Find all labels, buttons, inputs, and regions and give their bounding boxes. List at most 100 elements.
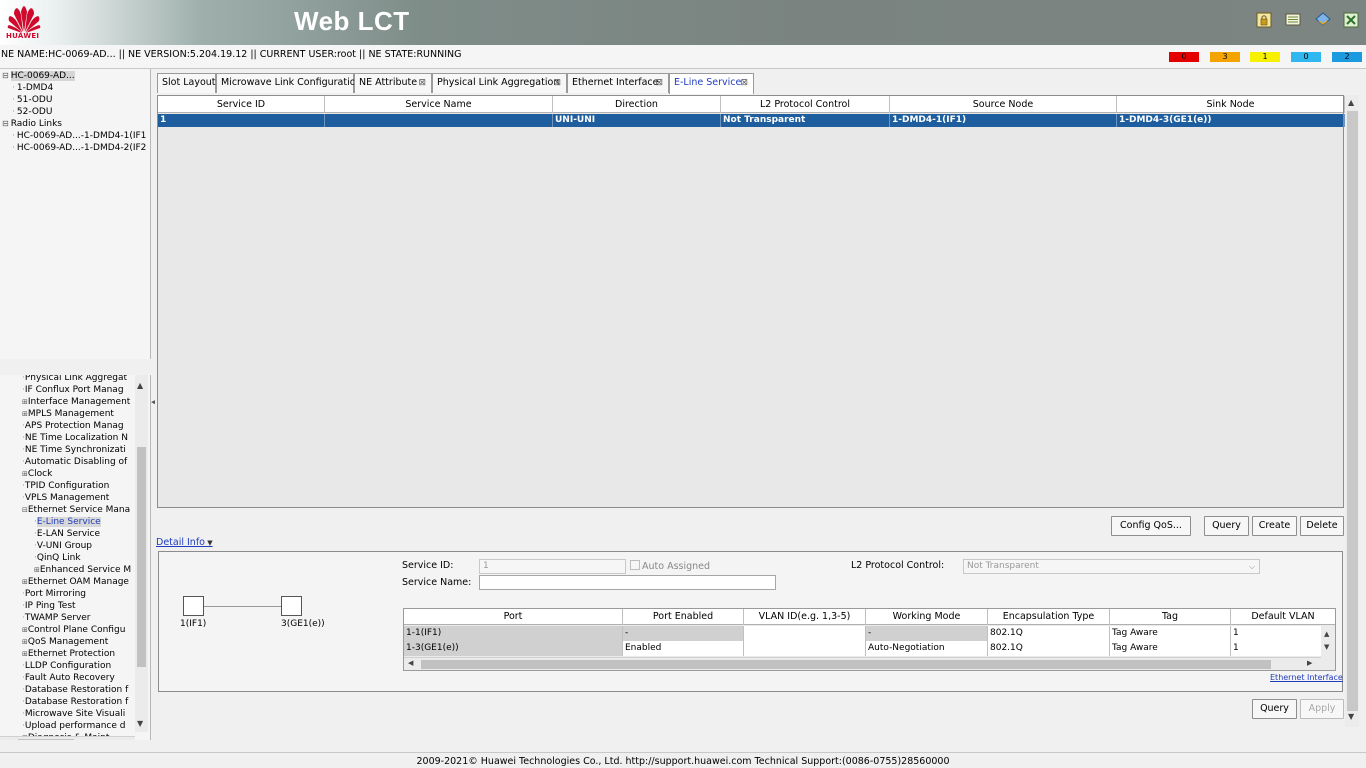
table-cell[interactable]: Enabled	[623, 641, 744, 656]
detail-info-link[interactable]: Detail Info ▼	[156, 537, 213, 548]
alarm-info-count[interactable]: 2	[1332, 52, 1362, 62]
function-tree-item[interactable]: ·NE Time Localization N	[22, 432, 128, 444]
function-tree-item[interactable]: ⊞MPLS Management	[22, 408, 114, 420]
function-tree-item[interactable]: ·Upload performance d	[22, 720, 125, 732]
column-header[interactable]: Working Mode	[866, 609, 988, 625]
function-tree-item[interactable]: ⊞Enhanced Service M	[34, 564, 131, 576]
ne-tree-item[interactable]: · 1-DMD4	[12, 82, 53, 94]
function-tree-item[interactable]: ⊞Interface Management	[22, 396, 130, 408]
scroll-thumb[interactable]	[1347, 111, 1358, 711]
tab-close-icon[interactable]: ⊠	[418, 74, 426, 92]
column-header[interactable]: Tag	[1110, 609, 1231, 625]
tab-close-icon[interactable]: ⊠	[740, 74, 748, 92]
column-header[interactable]: VLAN ID(e.g. 1,3-5)	[744, 609, 866, 625]
alarm-critical-count[interactable]: 0	[1169, 52, 1199, 62]
scroll-right-icon[interactable]: ▶	[1307, 659, 1312, 667]
table-cell[interactable]: Tag Aware	[1110, 641, 1231, 656]
tab-microwave-link-configuration[interactable]: Microwave Link Configuration	[216, 73, 362, 93]
ne-tree-item[interactable]: · HC-0069-AD...-1-DMD4-2(IF2	[12, 142, 146, 154]
table-cell[interactable]: Tag Aware	[1110, 626, 1231, 641]
create-button[interactable]: Create	[1252, 516, 1297, 536]
service-name-field[interactable]	[479, 575, 776, 590]
tab-physical-link-aggregation[interactable]: Physical Link Aggregation ⊠	[432, 73, 567, 93]
function-tree-item[interactable]: ·E-Line Service	[34, 516, 101, 528]
table-cell[interactable]: 802.1Q	[988, 626, 1110, 641]
function-tree-item[interactable]: ·IP Ping Test	[22, 600, 76, 612]
scroll-thumb[interactable]	[137, 447, 146, 667]
alarm-major-count[interactable]: 3	[1210, 52, 1240, 62]
column-header[interactable]: Source Node	[890, 96, 1117, 113]
table-row[interactable]: 1 UNI-UNI Not Transparent 1-DMD4-1(IF1) 1-DM…	[158, 114, 1345, 127]
tab-ne-attribute[interactable]: NE Attribute ⊠	[354, 73, 432, 93]
table-cell[interactable]	[744, 641, 866, 656]
function-tree-item[interactable]: ·Physical Link Aggregat	[22, 375, 127, 384]
port-table-vscrollbar[interactable]: ▲ ▼	[1321, 626, 1335, 656]
scroll-left-icon[interactable]: ◀	[3, 738, 9, 740]
auto-assigned-checkbox[interactable]	[630, 560, 640, 570]
scroll-thumb[interactable]	[421, 660, 1271, 669]
table-cell[interactable]: 802.1Q	[988, 641, 1110, 656]
collapse-icon[interactable]: ⊟	[2, 71, 9, 80]
column-header[interactable]: Default VLAN	[1231, 609, 1335, 625]
column-header[interactable]: Encapsulation Type	[988, 609, 1110, 625]
monitor-icon[interactable]	[1284, 11, 1302, 29]
function-tree-item[interactable]: ·Fault Auto Recovery	[22, 672, 115, 684]
collapse-icon[interactable]: ⊟	[2, 119, 9, 128]
column-header[interactable]: Service Name	[325, 96, 553, 113]
tab-e-line-service[interactable]: E-Line Service ⊠	[669, 73, 754, 94]
scroll-up-icon[interactable]: ▲	[1324, 630, 1329, 638]
table-cell[interactable]: Auto-Negotiation	[866, 641, 988, 656]
function-tree-vscrollbar[interactable]: ▲ ▼	[135, 375, 148, 732]
column-header[interactable]: Service ID	[158, 96, 325, 113]
column-header[interactable]: Direction	[553, 96, 721, 113]
function-tree-item[interactable]: ⊞Ethernet OAM Manage	[22, 576, 129, 588]
function-tree-item[interactable]: ·Database Restoration f	[22, 696, 128, 708]
scroll-up-icon[interactable]: ▲	[137, 381, 143, 390]
scroll-up-icon[interactable]: ▲	[1348, 98, 1354, 107]
table-cell[interactable]	[744, 626, 866, 641]
function-tree-item[interactable]: ·TPID Configuration	[22, 480, 109, 492]
delete-button[interactable]: Delete	[1300, 516, 1344, 536]
main-vscrollbar[interactable]: ▲ ▼	[1345, 95, 1359, 727]
scroll-down-icon[interactable]: ▼	[137, 719, 143, 728]
scroll-thumb[interactable]	[18, 739, 74, 740]
column-header[interactable]: Port	[404, 609, 623, 625]
function-tree-item[interactable]: ·APS Protection Manag	[22, 420, 124, 432]
table-row[interactable]: 1-3(GE1(e)) Enabled Auto-Negotiation 802.1Q…	[404, 641, 1335, 656]
scroll-down-icon[interactable]: ▼	[1348, 712, 1354, 721]
tab-close-icon[interactable]: ⊠	[553, 74, 561, 92]
function-tree-item[interactable]: ·Port Mirroring	[22, 588, 86, 600]
l2-protocol-control-select[interactable]: Not Transparent ⌵	[963, 559, 1260, 574]
table-row[interactable]: 1-1(IF1) - -802.1Q Tag Aware 1	[404, 626, 1335, 641]
alarm-warning-count[interactable]: 0	[1291, 52, 1321, 62]
close-icon[interactable]	[1342, 11, 1360, 29]
ne-tree-item[interactable]: · 51-ODU	[12, 94, 52, 106]
alarm-minor-count[interactable]: 1	[1250, 52, 1280, 62]
scroll-left-icon[interactable]: ◀	[408, 659, 413, 667]
network-icon[interactable]	[1314, 11, 1332, 29]
scroll-right-icon[interactable]: ▶	[122, 738, 128, 740]
function-tree-item[interactable]: ⊞Clock	[22, 468, 52, 480]
tab-slot-layout[interactable]: Slot Layout	[157, 73, 216, 93]
query-button[interactable]: Query	[1204, 516, 1249, 536]
ethernet-interface-link[interactable]: Ethernet Interface	[1270, 673, 1343, 682]
column-header[interactable]: Port Enabled	[623, 609, 744, 625]
function-tree-item[interactable]: ·Microwave Site Visuali	[22, 708, 125, 720]
function-tree-item[interactable]: ·E-LAN Service	[34, 528, 100, 540]
function-tree-item[interactable]: ⊞Control Plane Configu	[22, 624, 125, 636]
function-tree-item[interactable]: ·NE Time Synchronizati	[22, 444, 126, 456]
function-tree-item[interactable]: ·QinQ Link	[34, 552, 81, 564]
function-tree-item[interactable]: ·TWAMP Server	[22, 612, 91, 624]
function-tree-item[interactable]: ·V-UNI Group	[34, 540, 92, 552]
ne-tree-item[interactable]: · HC-0069-AD...-1-DMD4-1(IF1	[12, 130, 146, 142]
function-tree-item[interactable]: ·IF Conflux Port Manag	[22, 384, 124, 396]
ne-tree-item[interactable]: ⊟ Radio Links	[2, 118, 62, 130]
port-table-hscrollbar[interactable]: ◀ ▶	[404, 657, 1321, 670]
detail-query-button[interactable]: Query	[1252, 699, 1297, 719]
ne-tree-item[interactable]: · 52-ODU	[12, 106, 52, 118]
function-tree-item[interactable]: ·Automatic Disabling of	[22, 456, 127, 468]
ne-tree-item[interactable]: ⊟ HC-0069-AD...	[2, 70, 75, 82]
lock-icon[interactable]	[1255, 11, 1273, 29]
function-tree-item[interactable]: ·LLDP Configuration	[22, 660, 111, 672]
apply-button[interactable]: Apply	[1300, 699, 1344, 719]
